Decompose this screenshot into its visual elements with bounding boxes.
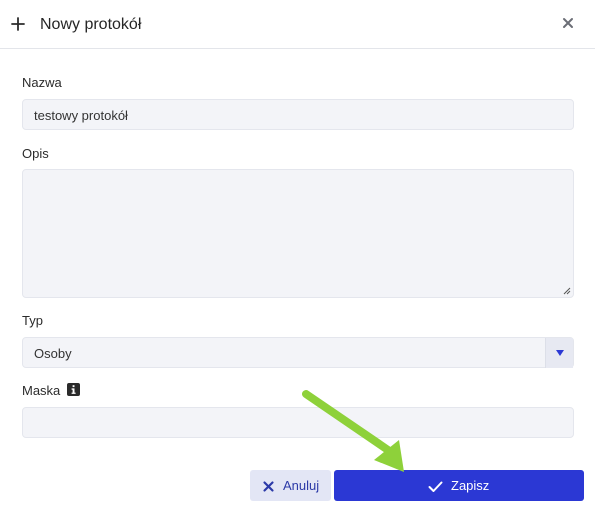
save-button[interactable]: Zapisz (334, 470, 584, 501)
type-label: Typ (22, 313, 43, 328)
dropdown-toggle[interactable] (545, 338, 573, 368)
x-icon (263, 480, 274, 492)
plus-icon (11, 17, 25, 31)
name-input-value: testowy protokół (34, 108, 128, 123)
save-button-label: Zapisz (451, 478, 490, 493)
description-textarea[interactable] (22, 169, 574, 298)
type-selected-value: Osoby (34, 346, 72, 361)
cancel-button[interactable]: Anuluj (250, 470, 331, 501)
new-protocol-dialog: Nowy protokół Nazwa testowy protokół Opi… (0, 0, 595, 512)
type-select[interactable]: Osoby (22, 337, 574, 368)
dialog-title: Nowy protokół (40, 16, 142, 33)
close-icon[interactable] (561, 16, 575, 30)
name-input[interactable]: testowy protokół (22, 99, 574, 130)
caret-down-icon (556, 350, 564, 356)
mask-input[interactable] (22, 407, 574, 438)
mask-label: Maska (22, 383, 61, 398)
cancel-button-label: Anuluj (283, 478, 320, 493)
name-label: Nazwa (22, 75, 62, 90)
description-label: Opis (22, 146, 49, 161)
check-icon (428, 481, 443, 492)
dialog-header: Nowy protokół (0, 0, 595, 49)
resize-handle-icon[interactable] (562, 286, 571, 295)
info-icon[interactable] (67, 383, 80, 396)
